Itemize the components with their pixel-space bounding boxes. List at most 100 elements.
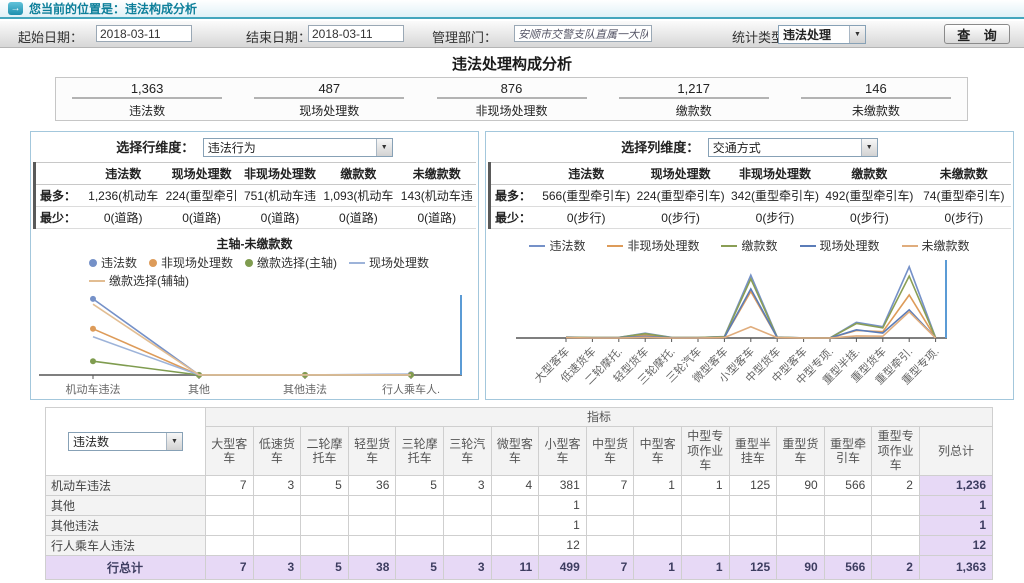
table-cell: 3 [443, 475, 491, 495]
mini-column-header: 未缴款数 [398, 163, 476, 185]
mini-table-cell: 0(步行) [728, 207, 822, 229]
summary-stat-value: 1,217 [619, 81, 769, 99]
table-cell [443, 515, 491, 535]
legend-dot-icon [149, 259, 157, 267]
table-cell [681, 515, 729, 535]
legend-item: 现场处理数 [800, 237, 880, 254]
mini-table-cell: 74(重型牵引车) [917, 185, 1011, 207]
mini-row-label: 最多： [35, 185, 85, 207]
summary-stat-value: 146 [801, 81, 951, 99]
table-cell: 5 [301, 475, 349, 495]
summary-stat: 1,217 缴款数 [603, 80, 785, 119]
pivot-column-header: 重型专项作业车 [872, 427, 920, 475]
metric-select-cell: 违法数 ▼ [46, 408, 206, 476]
table-cell [206, 515, 254, 535]
metric-select[interactable]: 违法数 ▼ [68, 432, 183, 451]
table-cell [396, 535, 444, 555]
legend-dot-icon [245, 259, 253, 267]
svg-text:其他违法: 其他违法 [283, 382, 327, 396]
table-cell: 5 [396, 475, 444, 495]
start-date-input[interactable] [96, 25, 192, 42]
legend-label: 缴款数 [741, 237, 777, 254]
pivot-column-header: 列总计 [919, 427, 992, 475]
mini-table-cell: 566(重型牵引车) [539, 185, 633, 207]
mini-table-row: 最少：0(步行)0(步行)0(步行)0(步行)0(步行) [490, 207, 1012, 229]
summary-stat-value: 487 [254, 81, 404, 99]
table-row: 其他违法11 [46, 515, 993, 535]
column-total-cell: 11 [491, 555, 539, 579]
legend-item: 违法数 [89, 254, 137, 271]
table-cell: 90 [777, 475, 825, 495]
table-cell [824, 515, 872, 535]
summary-stat: 1,363 违法数 [56, 80, 238, 119]
legend-label: 现场处理数 [369, 254, 429, 271]
table-cell: 12 [539, 535, 587, 555]
table-cell [586, 515, 634, 535]
table-cell [634, 495, 682, 515]
mini-row-label: 最多： [490, 185, 540, 207]
row-dimension-select[interactable]: 违法行为 ▼ [203, 138, 393, 157]
pivot-row-label: 机动车违法 [46, 475, 206, 495]
table-cell [348, 495, 396, 515]
start-date-label: 起始日期： [18, 27, 83, 46]
summary-stat: 146未缴款数 [785, 80, 967, 119]
legend-label: 缴款选择(辅轴) [109, 272, 189, 289]
legend-item: 缴款选择(主轴) [245, 254, 337, 271]
chevron-down-icon: ▼ [166, 433, 182, 450]
table-cell [206, 495, 254, 515]
table-cell [301, 515, 349, 535]
table-cell [443, 495, 491, 515]
column-total-cell: 90 [777, 555, 825, 579]
mini-table-header-row: 违法数现场处理数非现场处理数缴款数未缴款数 [490, 163, 1012, 185]
query-button[interactable]: 查 询 [944, 24, 1010, 44]
row-dimension-chart: 机动车违法其他其他违法行人乘车人. [31, 289, 476, 401]
right-chart-legend: 违法数非现场处理数缴款数现场处理数未缴款数 [486, 237, 1013, 254]
row-dimension-label: 选择行维度： [116, 140, 194, 155]
mini-table-row: 最多：1,236(机动车224(重型牵引751(机动车违1,093(机动车143… [35, 185, 477, 207]
summary-stat-label: 非现场处理数 [420, 102, 602, 119]
legend-line-icon [529, 245, 545, 247]
legend-item: 现场处理数 [349, 254, 429, 271]
legend-label: 违法数 [101, 254, 137, 271]
mini-table-cell: 224(重型牵引 [162, 185, 240, 207]
legend-label: 现场处理数 [820, 237, 880, 254]
pivot-column-header: 大型客车 [206, 427, 254, 475]
table-cell [777, 495, 825, 515]
summary-stats: 1,363违法数487现场处理数876非现场处理数1,217缴款数146未缴款数 [55, 77, 968, 121]
table-cell [872, 515, 920, 535]
summary-stat-value: 1,363 [72, 81, 222, 99]
column-dimension-select[interactable]: 交通方式 ▼ [708, 138, 878, 157]
table-cell [253, 495, 301, 515]
table-cell [729, 535, 777, 555]
column-total-cell: 566 [824, 555, 872, 579]
mini-table-header-row: 违法数现场处理数非现场处理数缴款数未缴款数 [35, 163, 477, 185]
legend-line-icon [800, 245, 816, 247]
legend-item: 未缴款数 [902, 237, 970, 254]
table-cell [396, 515, 444, 535]
table-cell: 3 [253, 475, 301, 495]
table-cell [634, 535, 682, 555]
column-total-cell: 3 [253, 555, 301, 579]
summary-stat-label: 现场处理数 [238, 102, 420, 119]
mini-table-row: 最少：0(道路)0(道路)0(道路)0(道路)0(道路) [35, 207, 477, 229]
end-date-label: 结束日期： [246, 27, 311, 46]
legend-label: 违法数 [549, 237, 585, 254]
mini-table-cell: 0(道路) [398, 207, 476, 229]
mini-column-header [490, 163, 540, 185]
pivot-column-header: 重型货车 [777, 427, 825, 475]
pivot-column-header: 轻型货车 [348, 427, 396, 475]
table-row: 机动车违法735365343817111259056621,236 [46, 475, 993, 495]
left-chart-title: 主轴-未缴款数 [31, 235, 478, 252]
stat-type-select[interactable]: 违法处理 ▼ [778, 25, 866, 44]
legend-line-icon [349, 262, 365, 264]
mini-column-header: 违法数 [84, 163, 162, 185]
svg-text:机动车违法: 机动车违法 [66, 382, 121, 396]
end-date-input[interactable] [308, 25, 404, 42]
dept-input[interactable] [514, 25, 652, 42]
legend-dot-icon [89, 259, 97, 267]
summary-stat-label: 违法数 [56, 102, 238, 119]
mini-table-cell: 0(步行) [822, 207, 916, 229]
legend-label: 缴款选择(主轴) [257, 254, 337, 271]
total-row-label: 行总计 [46, 555, 206, 579]
summary-stat-label: 缴款数 [603, 102, 785, 119]
